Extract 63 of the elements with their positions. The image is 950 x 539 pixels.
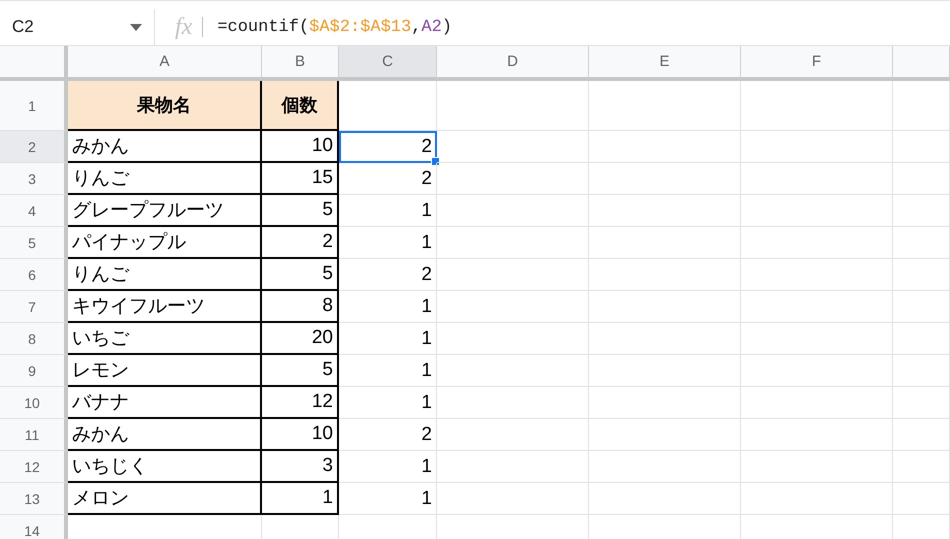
function-icon: fx [175,14,192,40]
table-cell: 5 [262,195,339,227]
table-cell: 2 [339,419,437,451]
table-cell: レモン [68,355,262,387]
column-header[interactable]: C [339,46,437,81]
table-cell: 2 [339,163,437,195]
column-header[interactable]: B [262,46,339,81]
table-cell: 5 [262,259,339,291]
table-cell: みかん [68,131,262,163]
row-header[interactable]: 7 [0,291,68,323]
column-header[interactable]: A [68,46,262,81]
row-header[interactable]: 9 [0,355,68,387]
table-cell: 8 [262,291,339,323]
table-cell: グレープフルーツ [68,195,262,227]
row-header[interactable]: 10 [0,387,68,419]
column-header[interactable]: F [741,46,893,81]
table-cell: 5 [262,355,339,387]
table-cell: 1 [339,483,437,515]
row-header[interactable]: 8 [0,323,68,355]
table-cell: 20 [262,323,339,355]
row-header[interactable]: 11 [0,419,68,451]
table-cell: りんご [68,163,262,195]
table-cell: 2 [339,131,437,163]
cell-reference[interactable]: C2 [12,17,34,37]
table-cell: 1 [339,387,437,419]
table-cell: 3 [262,451,339,483]
table-cell: 1 [339,355,437,387]
row-header[interactable]: 12 [0,451,68,483]
table-cell: バナナ [68,387,262,419]
table-header: 果物名 [68,81,262,131]
table-cell: 1 [339,227,437,259]
table-cell: いちじく [68,451,262,483]
table-cell: メロン [68,483,262,515]
column-header[interactable]: D [437,46,589,81]
table-header: 個数 [262,81,339,131]
table-cell: 1 [339,323,437,355]
table-cell: いちご [68,323,262,355]
table-cell: パイナップル [68,227,262,259]
column-header[interactable]: E [589,46,741,81]
table-cell: 12 [262,387,339,419]
table-cell: 1 [339,291,437,323]
table-cell: 2 [339,259,437,291]
fill-handle[interactable] [431,157,440,166]
table-cell: 10 [262,131,339,163]
table-cell: キウイフルーツ [68,291,262,323]
table-cell: りんご [68,259,262,291]
row-header[interactable]: 6 [0,259,68,291]
row-header[interactable]: 1 [0,81,68,131]
table-cell: 1 [339,195,437,227]
table-cell: 1 [339,451,437,483]
row-header[interactable]: 5 [0,227,68,259]
caret-icon[interactable] [130,24,142,30]
row-header[interactable]: 3 [0,163,68,195]
row-header[interactable]: 13 [0,483,68,515]
table-cell: 1 [262,483,339,515]
row-header[interactable]: 4 [0,195,68,227]
row-header[interactable]: 14 [0,515,68,539]
formula-input[interactable]: =countif($A$2:$A$13,A2) [217,18,452,36]
row-header[interactable]: 2 [0,131,68,163]
table-cell: みかん [68,419,262,451]
table-cell: 15 [262,163,339,195]
table-cell: 10 [262,419,339,451]
table-cell: 2 [262,227,339,259]
